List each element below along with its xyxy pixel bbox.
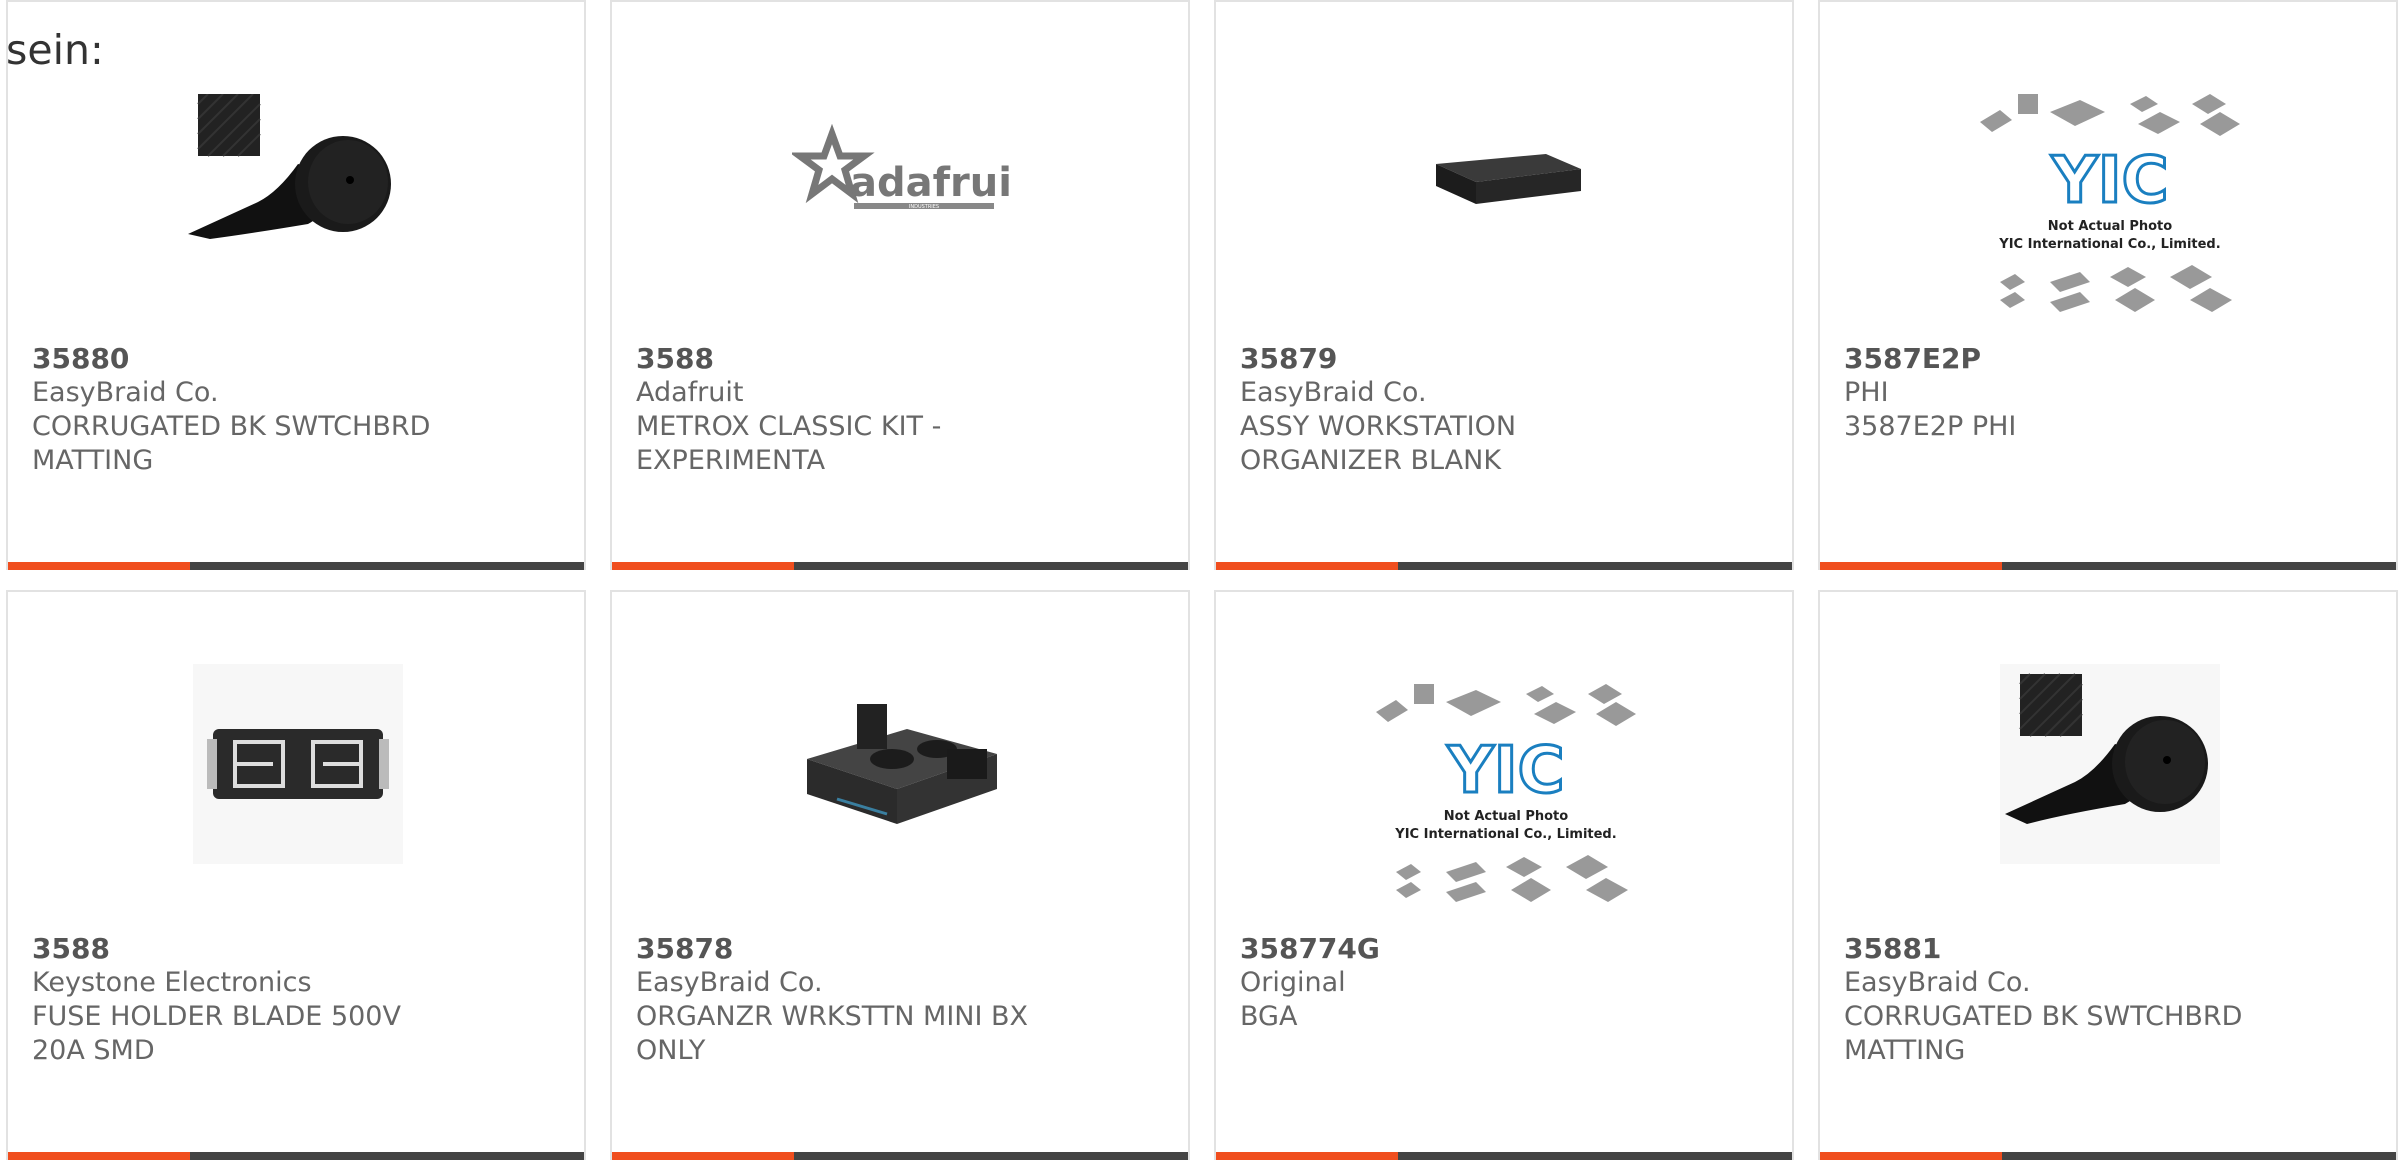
description: 3587E2P PHI	[1844, 411, 2017, 442]
card-accent	[8, 562, 190, 570]
yic-logo-text: YIC	[2050, 144, 2168, 218]
matting-roll-icon	[2000, 664, 2220, 864]
manufacturer: Original	[1240, 967, 1346, 998]
card-accent	[1216, 1152, 1398, 1160]
fuse-holder-icon	[193, 664, 403, 864]
product-card-358774G[interactable]: YIC Not Actual Photo YIC International C…	[1214, 590, 1794, 1160]
product-image: YIC Not Actual Photo YIC International C…	[1970, 82, 2250, 332]
part-number[interactable]: 3587E2P	[1844, 342, 2376, 376]
manufacturer: EasyBraid Co.	[1844, 967, 2031, 998]
part-number[interactable]: 35879	[1240, 342, 1772, 376]
description: ASSY WORKSTATION ORGANIZER BLANK	[1240, 411, 1517, 476]
card-accent	[612, 562, 794, 570]
logo-text: adafruit	[850, 160, 1012, 206]
part-number[interactable]: 358774G	[1240, 932, 1772, 966]
product-card-3587E2P[interactable]: YIC Not Actual Photo YIC International C…	[1818, 0, 2398, 570]
yic-logo-text: YIC	[1446, 734, 1564, 808]
placeholder-line2: YIC International Co., Limited.	[1998, 237, 2220, 252]
yic-placeholder-image: YIC Not Actual Photo YIC International C…	[1980, 94, 2240, 312]
part-number[interactable]: 35881	[1844, 932, 2376, 966]
card-accent	[612, 1152, 794, 1160]
part-number[interactable]: 35880	[32, 342, 564, 376]
card-bottom-bar	[1216, 1152, 1792, 1160]
logo-subtext: INDUSTRIES	[909, 204, 939, 210]
card-bottom-bar	[612, 1152, 1188, 1160]
product-image	[188, 654, 408, 874]
product-image	[2000, 654, 2220, 874]
product-card-35878[interactable]: 35878 EasyBraid Co. ORGANZR WRKSTTN MINI…	[610, 590, 1190, 1160]
card-bottom-bar	[1820, 1152, 2396, 1160]
description: CORRUGATED BK SWTCHBRD MATTING	[1844, 1001, 2243, 1066]
part-number[interactable]: 3588	[636, 342, 1168, 376]
manufacturer: EasyBraid Co.	[636, 967, 823, 998]
description: FUSE HOLDER BLADE 500V 20A SMD	[32, 1001, 401, 1066]
card-accent	[1820, 562, 2002, 570]
description: ORGANZR WRKSTTN MINI BX ONLY	[636, 1001, 1029, 1066]
organizer-mini-box-icon	[807, 704, 997, 824]
product-image	[1396, 64, 1616, 284]
product-image	[188, 64, 408, 284]
part-number[interactable]: 3588	[32, 932, 564, 966]
product-image: adafruit INDUSTRIES	[792, 64, 1012, 284]
card-bottom-bar	[1820, 562, 2396, 570]
placeholder-line1: Not Actual Photo	[2048, 219, 2172, 234]
product-card-35881[interactable]: 35881 EasyBraid Co. CORRUGATED BK SWTCHB…	[1818, 590, 2398, 1160]
product-card-35879[interactable]: 35879 EasyBraid Co. ASSY WORKSTATION ORG…	[1214, 0, 1794, 570]
matting-roll-icon	[188, 94, 391, 239]
card-accent	[8, 1152, 190, 1160]
description: CORRUGATED BK SWTCHBRD MATTING	[32, 411, 431, 476]
manufacturer: Adafruit	[636, 377, 744, 408]
card-bottom-bar	[1216, 562, 1792, 570]
product-card-3588-keystone[interactable]: 3588 Keystone Electronics FUSE HOLDER BL…	[6, 590, 586, 1160]
description: METROX CLASSIC KIT - EXPERIMENTA	[636, 411, 942, 476]
part-number[interactable]: 35878	[636, 932, 1168, 966]
adafruit-logo: adafruit INDUSTRIES	[792, 124, 1012, 210]
manufacturer: Keystone Electronics	[32, 967, 312, 998]
product-card-3588-adafruit[interactable]: adafruit INDUSTRIES 3588 Adafruit METROX…	[610, 0, 1190, 570]
organizer-box-icon	[1436, 154, 1581, 204]
card-bottom-bar	[8, 562, 584, 570]
manufacturer: EasyBraid Co.	[1240, 377, 1427, 408]
manufacturer: EasyBraid Co.	[32, 377, 219, 408]
section-prefix-text: sein:	[6, 26, 104, 74]
product-card-35880[interactable]: 35880 EasyBraid Co. CORRUGATED BK SWTCHB…	[6, 0, 586, 570]
card-accent	[1820, 1152, 2002, 1160]
card-bottom-bar	[612, 562, 1188, 570]
placeholder-line2: YIC International Co., Limited.	[1394, 827, 1616, 842]
product-image	[792, 654, 1012, 874]
card-bottom-bar	[8, 1152, 584, 1160]
card-accent	[1216, 562, 1398, 570]
product-image: YIC Not Actual Photo YIC International C…	[1366, 672, 1646, 922]
manufacturer: PHI	[1844, 377, 1889, 408]
yic-placeholder-image: YIC Not Actual Photo YIC International C…	[1376, 684, 1636, 902]
placeholder-line1: Not Actual Photo	[1444, 809, 1568, 824]
product-grid: 35880 EasyBraid Co. CORRUGATED BK SWTCHB…	[0, 0, 2400, 1160]
description: BGA	[1240, 1001, 1298, 1032]
